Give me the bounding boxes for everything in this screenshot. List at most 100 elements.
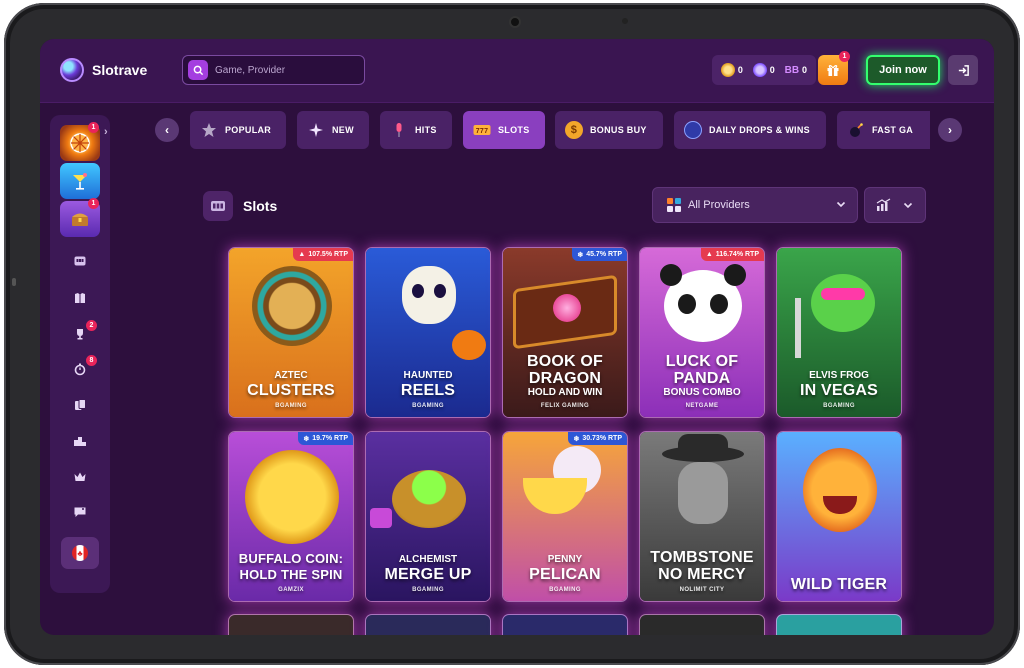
slots-machine-icon[interactable]	[70, 251, 90, 271]
tab-popular-label: POPULAR	[225, 125, 272, 135]
game-title: PENNY PELICAN BGAMING	[503, 554, 627, 593]
game-card-wild-tiger[interactable]: WILD TIGER	[776, 431, 902, 602]
providers-dropdown[interactable]: All Providers	[652, 187, 858, 223]
bb-icon: BB	[784, 64, 800, 76]
game-title: ELVIS FROG IN VEGAS BGAMING	[777, 370, 901, 409]
crown-icon[interactable]	[70, 467, 90, 487]
tab-bonus-buy[interactable]: $ BONUS BUY	[555, 111, 663, 149]
aztec-medallion-icon	[252, 266, 332, 346]
game-title-big: TOMBSTONE NO MERCY	[650, 549, 754, 583]
sort-chart-icon	[876, 198, 891, 211]
mic-icon	[390, 121, 408, 139]
wallet-balances[interactable]: 0 0 BB 0	[712, 55, 816, 85]
rtp-badge: ▲ 107.5% RTP	[293, 248, 353, 261]
sidebar-game-cocktail[interactable]	[60, 163, 100, 199]
game-title: BUFFALO COIN: HOLD THE SPIN GAMZIX	[229, 551, 353, 593]
canada-flag-icon: ♣	[72, 545, 88, 561]
tab-fast-games[interactable]: FAST GA	[837, 111, 930, 149]
game-title-big: LUCK OF PANDA	[665, 353, 739, 387]
sunglasses-icon	[821, 288, 865, 300]
game-title: AZTEC CLUSTERS BGAMING	[229, 370, 353, 409]
cards-icon[interactable]	[70, 395, 90, 415]
categories-prev-button[interactable]: ‹	[155, 118, 179, 142]
tab-slots[interactable]: 777 SLOTS	[463, 111, 545, 149]
game-title-big: CLUSTERS	[247, 382, 335, 399]
pumpkin-icon	[452, 330, 486, 360]
top-header: Slotrave 0 0 BB 0	[40, 39, 994, 103]
snowflake-icon: ❄	[573, 435, 580, 443]
tab-hits[interactable]: HITS	[380, 111, 452, 149]
treasure-chest-icon	[72, 213, 88, 226]
game-card-elvis-frog[interactable]: ELVIS FROG IN VEGAS BGAMING	[776, 247, 902, 418]
game-card-tombstone-no-mercy[interactable]: TOMBSTONE NO MERCY NOLIMIT CITY	[639, 431, 765, 602]
microphone-stand-icon	[795, 298, 801, 358]
game-title-small: AZTEC	[274, 370, 308, 381]
game-card-partial[interactable]	[365, 614, 491, 635]
game-title-small: HAUNTED	[403, 370, 453, 381]
wheel-icon	[70, 133, 90, 153]
game-card-aztec-clusters[interactable]: ▲ 107.5% RTP AZTEC CLUSTERS BGAMING	[228, 247, 354, 418]
game-card-partial[interactable]	[502, 614, 628, 635]
panda-ear-left	[660, 264, 682, 286]
bomb-icon	[847, 121, 865, 139]
search-input[interactable]	[215, 64, 355, 76]
game-title-big: WILD TIGER	[790, 576, 888, 593]
game-card-haunted-reels[interactable]: HAUNTED REELS BGAMING	[365, 247, 491, 418]
tab-new[interactable]: NEW	[297, 111, 369, 149]
game-title-big: MERGE UP	[384, 566, 472, 583]
search-box[interactable]	[182, 55, 365, 85]
section-header: Slots	[203, 191, 277, 221]
game-provider: BGAMING	[823, 403, 855, 409]
sort-dropdown[interactable]	[864, 187, 926, 223]
rtp-text: 116.74% RTP	[715, 251, 759, 258]
side-button	[12, 278, 16, 286]
tab-new-label: NEW	[332, 125, 354, 135]
game-card-alchemist-merge-up[interactable]: ALCHEMIST MERGE UP BGAMING	[365, 431, 491, 602]
categories-next-button[interactable]: ›	[938, 118, 962, 142]
tablet-frame: Slotrave 0 0 BB 0	[4, 3, 1020, 665]
fire-icon: ▲	[298, 251, 306, 258]
game-title-big: BUFFALO COIN: HOLD THE SPIN	[238, 551, 344, 582]
game-subtitle: HOLD AND WIN	[527, 387, 603, 398]
search-icon	[188, 60, 208, 80]
logo-icon	[60, 58, 84, 82]
stopwatch-badge: 8	[86, 355, 97, 366]
sidebar-expand-icon[interactable]: ›	[104, 126, 108, 138]
game-card-penny-pelican[interactable]: ❄ 30.73% RTP PENNY PELICAN BGAMING	[502, 431, 628, 602]
live-dealer-icon[interactable]	[70, 288, 90, 308]
rtp-badge: ▲ 116.74% RTP	[700, 248, 764, 261]
rtp-badge: ❄ 45.7% RTP	[572, 248, 627, 261]
game-provider: BGAMING	[412, 587, 444, 593]
leaderboard-icon[interactable]	[70, 431, 90, 451]
hat-crown	[678, 434, 728, 454]
game-card-book-of-dragon[interactable]: ❄ 45.7% RTP BOOK OF DRAGON HOLD AND WIN F…	[502, 247, 628, 418]
panda-ear-right	[724, 264, 746, 286]
language-selector[interactable]: ♣	[61, 537, 99, 569]
game-card-partial[interactable]	[776, 614, 902, 635]
game-provider: BGAMING	[549, 587, 581, 593]
rtp-badge: ❄ 30.73% RTP	[568, 432, 627, 445]
game-card-partial[interactable]	[228, 614, 354, 635]
slots-section-icon	[203, 191, 233, 221]
gift-badge: 1	[839, 51, 850, 62]
slot-icon: 777	[473, 121, 491, 139]
cocktail-icon	[73, 173, 87, 190]
game-card-luck-of-panda[interactable]: ▲ 116.74% RTP LUCK OF PANDA BONUS COMBO N…	[639, 247, 765, 418]
tab-popular[interactable]: POPULAR	[190, 111, 286, 149]
rtp-text: 19.7% RTP	[312, 435, 348, 442]
game-card-partial[interactable]	[639, 614, 765, 635]
skull-eye-left	[412, 284, 424, 298]
tab-daily-drops[interactable]: DAILY DROPS & WINS	[674, 111, 826, 149]
brand-logo[interactable]: Slotrave	[60, 58, 147, 82]
game-title: ALCHEMIST MERGE UP BGAMING	[366, 554, 490, 593]
app-screen: Slotrave 0 0 BB 0	[40, 39, 994, 635]
game-card-buffalo-coin[interactable]: ❄ 19.7% RTP BUFFALO COIN: HOLD THE SPIN G…	[228, 431, 354, 602]
game-subtitle: BONUS COMBO	[663, 387, 741, 398]
snowflake-icon: ❄	[577, 251, 584, 259]
tiger-icon	[803, 448, 877, 532]
gold-coin-value: 0	[737, 65, 743, 75]
join-now-button[interactable]: Join now	[866, 55, 940, 85]
rtp-text: 107.5% RTP	[308, 251, 348, 258]
login-button[interactable]	[948, 55, 978, 85]
support-chat-icon[interactable]	[70, 502, 90, 522]
